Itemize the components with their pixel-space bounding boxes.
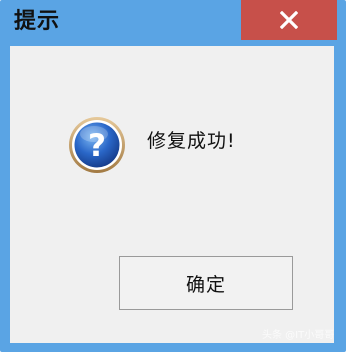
- title-bar[interactable]: 提示: [0, 0, 346, 46]
- dialog-title: 提示: [14, 9, 61, 34]
- svg-text:?: ?: [88, 128, 106, 164]
- close-button[interactable]: [241, 0, 337, 40]
- ok-button-label: 确定: [185, 273, 226, 296]
- watermark: 头条 @IT小哥哥: [262, 330, 335, 341]
- question-icon: ?: [69, 117, 125, 173]
- ok-button[interactable]: 确定: [119, 256, 293, 310]
- close-icon: [280, 11, 298, 29]
- message-dialog: 提示 ? 修复成功! 确定 头条 @IT小哥哥: [0, 0, 346, 352]
- message-text: 修复成功!: [147, 130, 236, 152]
- dialog-body: ? 修复成功! 确定: [10, 46, 334, 343]
